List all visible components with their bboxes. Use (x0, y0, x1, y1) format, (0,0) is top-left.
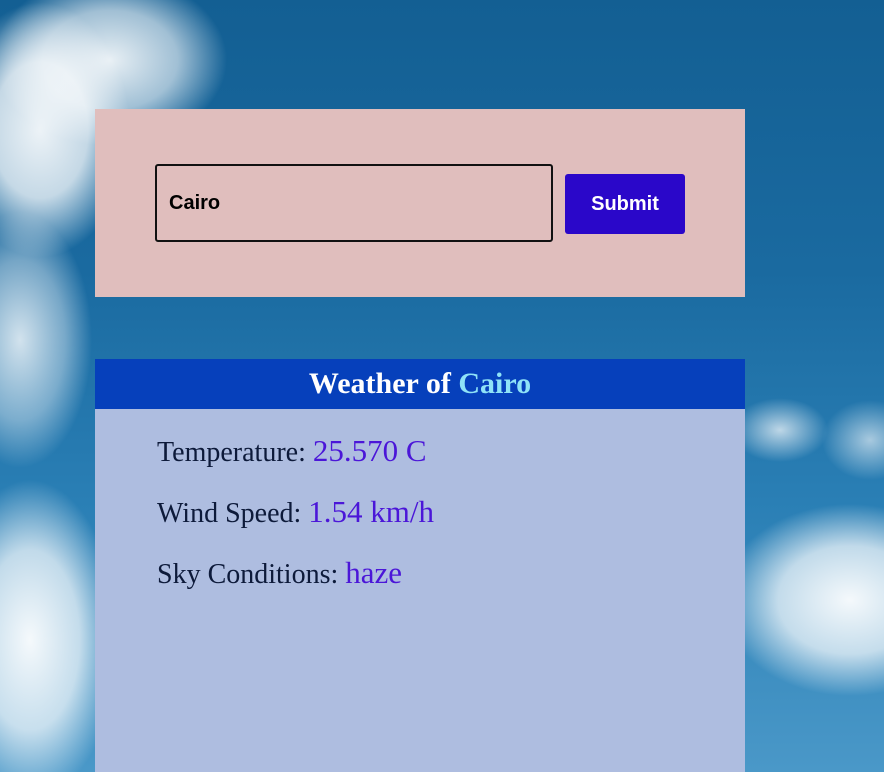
wind-speed-value: 1.54 km/h (308, 494, 435, 529)
wind-speed-row: Wind Speed: 1.54 km/h (157, 494, 434, 530)
submit-button[interactable]: Submit (565, 174, 685, 234)
temperature-label: Temperature: (157, 437, 306, 468)
search-panel: Submit (95, 109, 745, 297)
wind-speed-label: Wind Speed: (157, 498, 302, 529)
sky-conditions-row: Sky Conditions: haze (157, 555, 402, 591)
city-search-input[interactable] (155, 164, 553, 242)
temperature-value: 25.570 C (312, 433, 427, 468)
weather-header-prefix: Weather of (308, 367, 451, 400)
weather-city-name: Cairo (458, 367, 532, 400)
temperature-row: Temperature: 25.570 C (157, 433, 427, 469)
sky-conditions-value: haze (345, 555, 403, 590)
weather-header: Weather of Cairo (95, 359, 745, 409)
weather-card: Weather of Cairo Temperature: 25.570 C W… (95, 359, 745, 772)
sky-conditions-label: Sky Conditions: (157, 559, 339, 590)
